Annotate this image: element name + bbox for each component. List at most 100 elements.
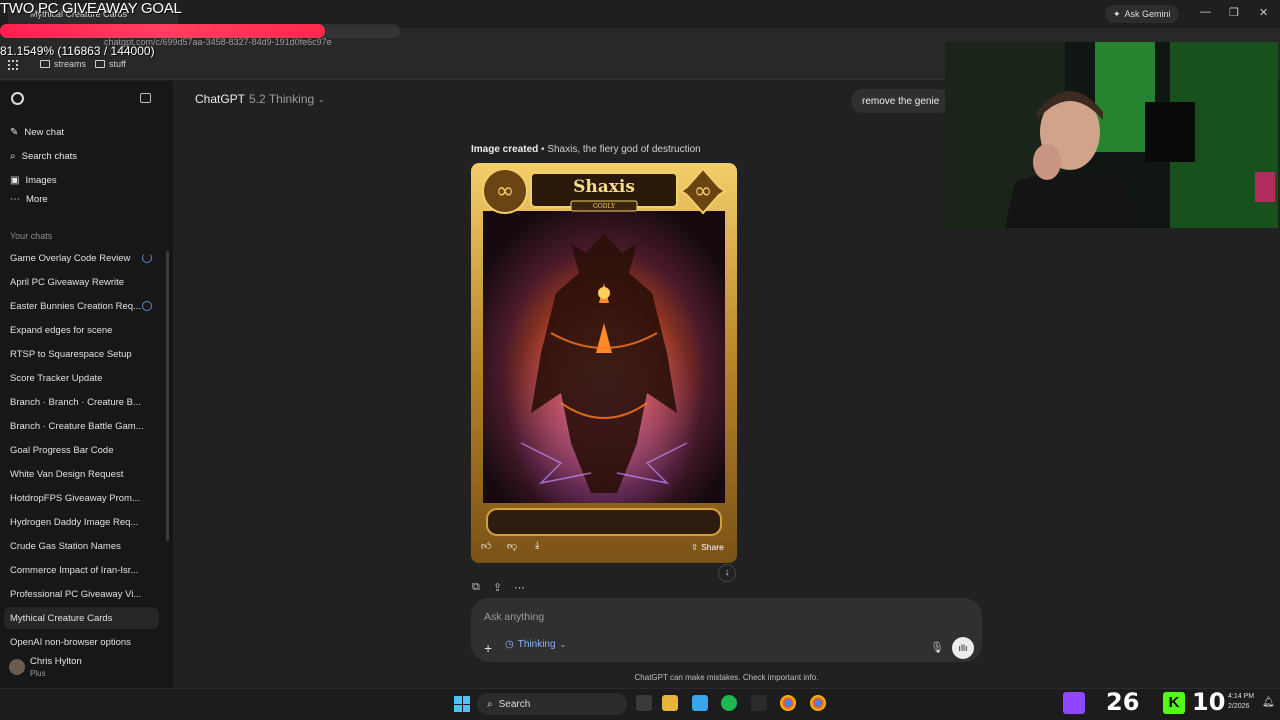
chat-item[interactable]: OpenAI non-browser options: [10, 637, 145, 648]
more-button[interactable]: ⋯ More: [10, 194, 48, 205]
composer-input[interactable]: Ask anything: [484, 611, 544, 623]
images-label: Images: [25, 175, 57, 186]
bookmark-label: stuff: [109, 59, 126, 69]
thumbs-up-icon[interactable]: 👍︎: [481, 540, 491, 552]
new-chat-label: New chat: [24, 127, 64, 138]
chat-item[interactable]: White Van Design Request: [10, 469, 145, 480]
twitch-counter: 26: [1106, 688, 1140, 716]
model-selector[interactable]: ChatGPT 5.2 Thinking ⌄: [195, 92, 325, 106]
chevron-down-icon: ⌄: [559, 640, 567, 649]
goal-percent: 81.1549% (116863 / 144000): [0, 44, 155, 58]
more-options-icon[interactable]: ⋯: [514, 581, 525, 594]
hud-app-icon[interactable]: [751, 695, 767, 711]
share-button[interactable]: ⇪ Share: [691, 542, 724, 553]
image-caption: Image created • Shaxis, the fiery god of…: [471, 144, 701, 155]
loading-spinner-icon: [142, 253, 152, 263]
card-rank: GODLY: [592, 203, 616, 210]
model-version: 5.2 Thinking: [249, 92, 315, 106]
chat-item[interactable]: Crude Gas Station Names: [10, 541, 145, 552]
chat-item[interactable]: Hydrogen Daddy Image Req...: [10, 517, 145, 528]
folder-icon: [40, 60, 50, 68]
sidebar-toggle-icon[interactable]: [140, 93, 151, 103]
taskbar-search-label: Search: [498, 698, 531, 710]
waveform-icon: ıllı: [958, 643, 968, 653]
new-chat-button[interactable]: ✎ New chat: [10, 127, 64, 138]
chat-item[interactable]: HotdropFPS Giveaway Prom...: [10, 493, 145, 504]
spotify-icon[interactable]: [721, 695, 737, 711]
webcam-feed: [945, 42, 1278, 228]
goal-title: TWO PC GIVEAWAY GOAL: [0, 0, 182, 17]
notepad-icon[interactable]: [692, 695, 708, 711]
system-clock[interactable]: 4:14 PM 2/2026: [1228, 692, 1254, 712]
file-explorer-icon[interactable]: [662, 695, 678, 711]
windows-start-icon[interactable]: [454, 696, 470, 712]
avatar: [9, 659, 25, 675]
notification-icon[interactable]: 🔔︎: [1262, 697, 1275, 708]
unread-indicator-icon: [142, 301, 152, 311]
chat-item[interactable]: RTSP to Squarespace Setup: [10, 349, 145, 360]
chat-item[interactable]: Branch · Creature Battle Gam...: [10, 421, 145, 432]
close-icon[interactable]: ✕: [1259, 6, 1268, 19]
scroll-down-button[interactable]: ↓: [718, 564, 736, 582]
search-chats-button[interactable]: ⌕ Search chats: [10, 151, 77, 162]
card-name: Shaxis: [573, 177, 635, 197]
restore-icon[interactable]: ❐: [1229, 6, 1239, 19]
bookmark-streams[interactable]: streams: [40, 59, 86, 69]
ask-gemini-button[interactable]: ✦ Ask Gemini: [1105, 5, 1179, 23]
share-icon: ⇪: [691, 542, 699, 552]
taskbar-search[interactable]: ⌕ Search: [477, 693, 627, 715]
composer[interactable]: [471, 598, 982, 662]
share-icon[interactable]: ⇪: [493, 581, 502, 594]
thinking-toggle[interactable]: ◷ Thinking ⌄: [505, 639, 566, 650]
generated-image[interactable]: ∞ ∞ Shaxis GODLY 👍︎ 👎︎ ⤓ ⇪ Share: [471, 163, 737, 563]
sidebar: ✎ New chat ⌕ Search chats ▣ Images ⋯ Mor…: [0, 81, 173, 688]
user-message: remove the genie: [851, 89, 951, 113]
download-icon[interactable]: ⤓: [535, 540, 539, 551]
chat-item[interactable]: Branch · Branch · Creature B...: [10, 397, 145, 408]
chat-item[interactable]: April PC Giveaway Rewrite: [10, 277, 145, 288]
chat-item[interactable]: Score Tracker Update: [10, 373, 145, 384]
bookmark-stuff[interactable]: stuff: [95, 59, 126, 69]
minimize-icon[interactable]: —: [1200, 6, 1211, 18]
disclaimer: ChatGPT can make mistakes. Check importa…: [634, 673, 819, 682]
edit-icon: ✎: [10, 127, 19, 138]
copy-icon[interactable]: ⧉: [472, 581, 480, 594]
chrome-active-icon[interactable]: [810, 695, 826, 711]
twitch-icon: [1063, 692, 1085, 714]
chat-item[interactable]: Professional PC Giveaway Vi...: [10, 589, 145, 600]
sparkle-icon: ✦: [1113, 8, 1121, 19]
section-label: Your chats: [10, 231, 53, 241]
images-button[interactable]: ▣ Images: [10, 175, 57, 186]
openai-logo-icon[interactable]: [11, 92, 24, 105]
card-art: ∞ ∞: [471, 163, 737, 563]
chat-item[interactable]: Commerce Impact of Iran-Isr...: [10, 565, 145, 576]
clock-time: 4:14 PM: [1228, 693, 1255, 700]
microphone-icon[interactable]: 🎙︎: [930, 641, 944, 654]
kick-counter: 10: [1192, 688, 1226, 716]
apps-grid-icon[interactable]: [8, 60, 18, 70]
model-name: ChatGPT: [195, 92, 246, 106]
thumbs-down-icon[interactable]: 👎︎: [507, 540, 517, 552]
ask-gemini-label: Ask Gemini: [1124, 9, 1171, 19]
search-chats-label: Search chats: [21, 151, 78, 162]
thinking-label: Thinking: [517, 639, 556, 650]
clock-date: 2/2026: [1228, 703, 1250, 710]
image-caption-bold: Image created: [471, 144, 539, 155]
voice-mode-button[interactable]: ıllı: [952, 637, 974, 659]
chat-item-active[interactable]: Mythical Creature Cards: [10, 613, 145, 624]
chat-item[interactable]: Expand edges for scene: [10, 325, 145, 336]
chat-item[interactable]: Goal Progress Bar Code: [10, 445, 145, 456]
more-label: More: [26, 194, 48, 205]
user-profile[interactable]: Chris Hylton Plus: [0, 651, 173, 688]
plus-icon[interactable]: +: [484, 640, 492, 656]
kick-icon: K: [1163, 692, 1185, 714]
image-icon: ▣: [10, 175, 20, 186]
chrome-icon[interactable]: [780, 695, 796, 711]
sidebar-scrollbar[interactable]: [166, 251, 169, 541]
webcam-overlay: [945, 42, 1278, 228]
folder-icon: [95, 60, 105, 68]
chat-item[interactable]: Easter Bunnies Creation Req...: [10, 301, 145, 312]
task-view-icon[interactable]: [636, 695, 652, 711]
search-icon: ⌕: [487, 698, 493, 710]
chat-item[interactable]: Game Overlay Code Review: [10, 253, 145, 264]
